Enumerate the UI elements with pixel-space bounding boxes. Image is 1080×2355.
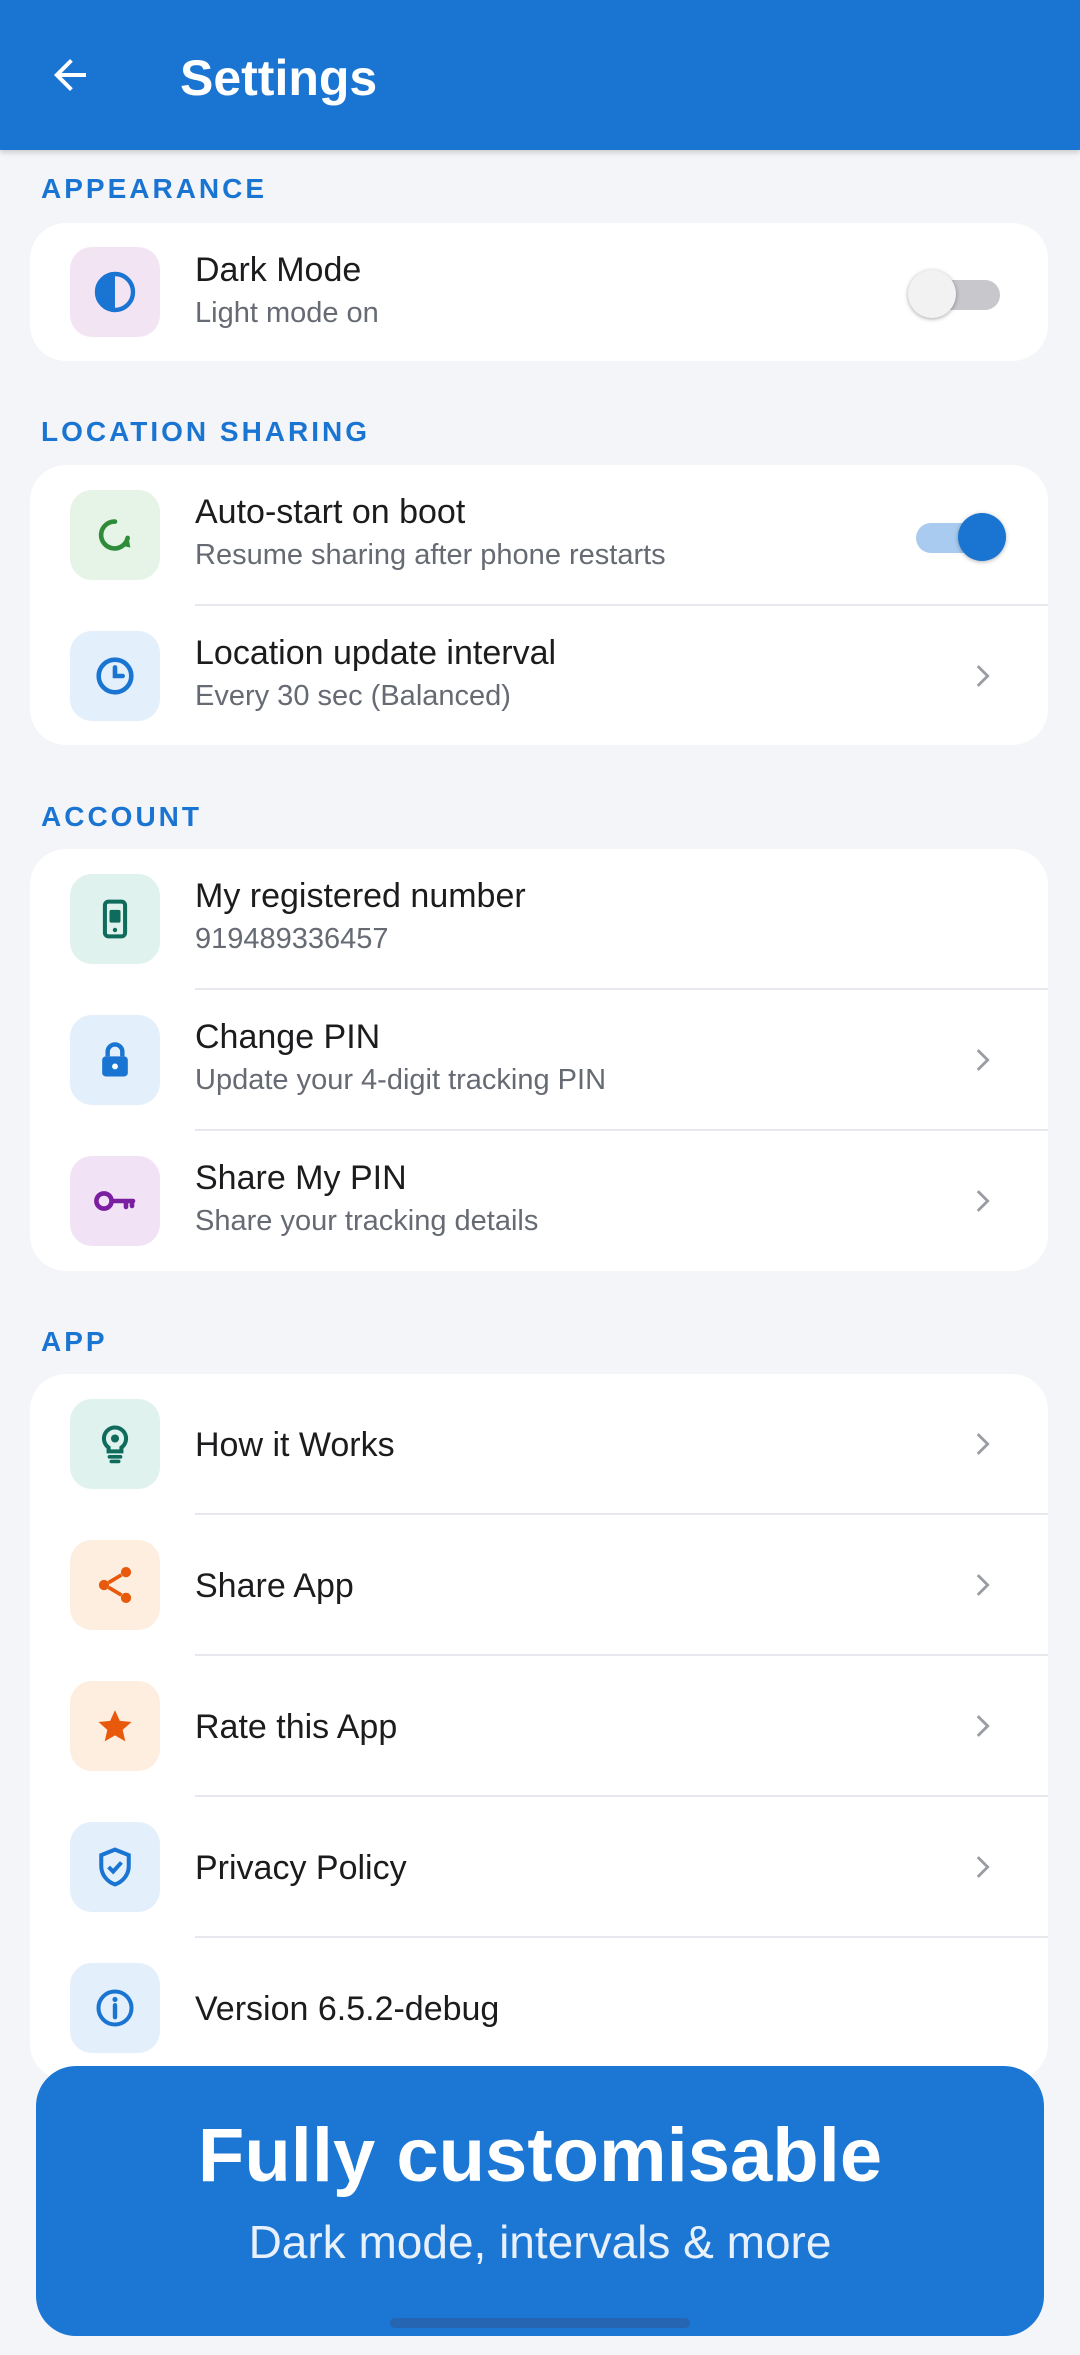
interval-title: Location update interval: [195, 634, 557, 672]
change-pin-row[interactable]: Change PIN Update your 4-digit tracking …: [30, 990, 1048, 1131]
promo-banner: Fully customisable Dark mode, intervals …: [36, 2066, 1044, 2336]
shield-check-icon: [99, 1847, 131, 1887]
banner-title: Fully customisable: [197, 2113, 883, 2198]
chevron-right-icon: [962, 1565, 1002, 1605]
dark-mode-subtitle: Light mode on: [195, 297, 379, 329]
toggle-knob: [958, 513, 1006, 561]
registered-number-value: 919489336457: [195, 923, 389, 955]
account-card: My registered number 919489336457 Change…: [30, 849, 1048, 1271]
phone-icon-tile: [70, 874, 160, 964]
star-icon: [98, 1710, 132, 1742]
location-card: Auto-start on boot Resume sharing after …: [30, 465, 1048, 745]
gesture-nav-bar[interactable]: [390, 2318, 690, 2328]
key-icon: [94, 1191, 136, 1211]
change-pin-subtitle: Update your 4-digit tracking PIN: [195, 1064, 607, 1096]
interval-row[interactable]: Location update interval Every 30 sec (B…: [30, 606, 1048, 745]
toggle-knob: [908, 270, 956, 318]
clock-icon-tile: [70, 631, 160, 721]
contrast-icon: [94, 271, 136, 313]
share-pin-subtitle: Share your tracking details: [195, 1205, 539, 1237]
appearance-card: Dark Mode Light mode on: [30, 223, 1048, 361]
chevron-right-icon: [962, 1424, 1002, 1464]
change-pin-title: Change PIN: [195, 1018, 381, 1056]
autostart-title: Auto-start on boot: [195, 493, 466, 531]
chevron-right-icon: [962, 1847, 1002, 1887]
share-pin-row[interactable]: Share My PIN Share your tracking details: [30, 1131, 1048, 1271]
rate-app-title: Rate this App: [195, 1708, 398, 1746]
key-icon-tile: [70, 1156, 160, 1246]
autostart-row[interactable]: Auto-start on boot Resume sharing after …: [30, 465, 1048, 606]
registered-number-title: My registered number: [195, 877, 526, 915]
lightbulb-icon: [101, 1425, 129, 1464]
phone-icon: [102, 899, 128, 939]
chevron-right-icon: [962, 1040, 1002, 1080]
interval-subtitle: Every 30 sec (Balanced): [195, 680, 511, 712]
share-icon: [98, 1567, 132, 1603]
how-it-works-row[interactable]: How it Works: [30, 1374, 1048, 1515]
privacy-policy-row[interactable]: Privacy Policy: [30, 1797, 1048, 1938]
info-icon-tile: [70, 1963, 160, 2053]
dark-mode-title: Dark Mode: [195, 251, 362, 289]
share-app-row[interactable]: Share App: [30, 1515, 1048, 1656]
refresh-icon: [98, 519, 131, 551]
app-bar: Settings: [0, 0, 1080, 150]
chevron-right-icon: [962, 1706, 1002, 1746]
lock-icon: [102, 1042, 128, 1077]
app-card: How it Works Share App Rate this App Pri…: [30, 1374, 1048, 2080]
autostart-toggle[interactable]: [916, 508, 1006, 562]
section-label-location: LOCATION SHARING: [41, 416, 371, 447]
chevron-right-icon: [962, 1181, 1002, 1221]
version-row: Version 6.5.2-debug: [30, 1938, 1048, 2080]
star-icon-tile: [70, 1681, 160, 1771]
page-title: Settings: [180, 50, 378, 106]
refresh-icon-tile: [70, 490, 160, 580]
section-label-account: ACCOUNT: [41, 801, 202, 832]
share-pin-title: Share My PIN: [195, 1159, 407, 1197]
back-button[interactable]: [36, 41, 104, 109]
version-label: Version 6.5.2-debug: [195, 1990, 500, 2028]
dark-mode-row[interactable]: Dark Mode Light mode on: [30, 223, 1048, 361]
shield-icon-tile: [70, 1822, 160, 1912]
how-it-works-title: How it Works: [195, 1426, 395, 1464]
registered-number-row: My registered number 919489336457: [30, 849, 1048, 990]
lightbulb-icon-tile: [70, 1399, 160, 1489]
section-label-app: APP: [41, 1326, 108, 1357]
autostart-subtitle: Resume sharing after phone restarts: [195, 539, 666, 571]
share-icon-tile: [70, 1540, 160, 1630]
arrow-left-icon: [54, 59, 86, 91]
banner-subtitle: Dark mode, intervals & more: [248, 2216, 832, 2268]
contrast-icon-tile: [70, 247, 160, 337]
lock-icon-tile: [70, 1015, 160, 1105]
info-icon: [96, 1989, 134, 2027]
share-app-title: Share App: [195, 1567, 354, 1605]
clock-icon: [96, 657, 134, 695]
privacy-policy-title: Privacy Policy: [195, 1849, 407, 1887]
dark-mode-toggle[interactable]: [908, 265, 1000, 319]
chevron-right-icon: [962, 656, 1002, 696]
rate-app-row[interactable]: Rate this App: [30, 1656, 1048, 1797]
section-label-appearance: APPEARANCE: [41, 173, 268, 204]
